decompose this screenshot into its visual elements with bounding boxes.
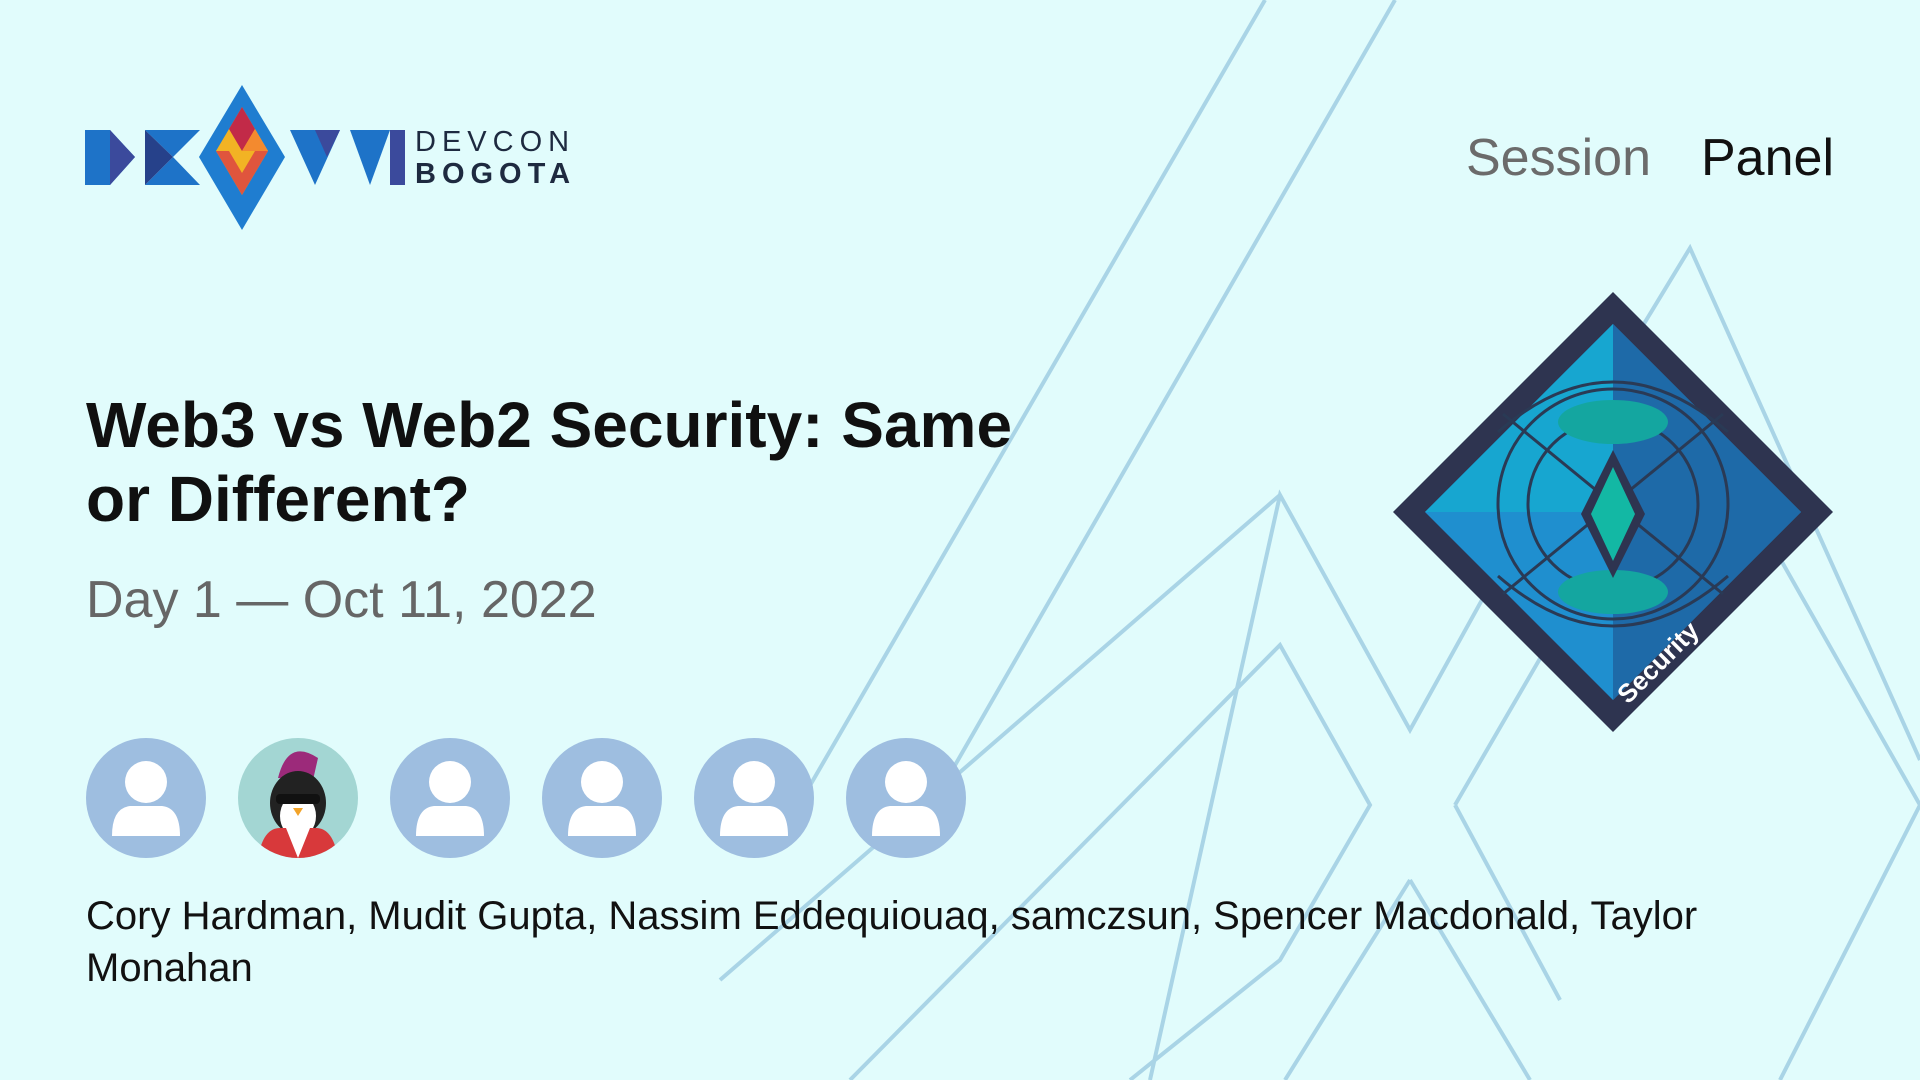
user-placeholder-icon xyxy=(568,761,636,836)
talk-title: Web3 vs Web2 Security: Same or Different… xyxy=(86,389,1013,535)
speaker-avatars xyxy=(86,738,966,858)
user-placeholder-icon xyxy=(720,761,788,836)
security-track-badge-icon: Security xyxy=(1393,292,1833,732)
brand-line1: DEVCON xyxy=(415,126,576,158)
speaker-names: Cory Hardman, Mudit Gupta, Nassim Eddequ… xyxy=(86,894,1698,990)
avatar-spencer-macdonald xyxy=(694,738,814,858)
avatar-nassim-eddequiouaq xyxy=(390,738,510,858)
brand-line2: BOGOTA xyxy=(415,158,577,190)
session-type: Session Panel xyxy=(1466,128,1834,188)
avatar-cory-hardman xyxy=(86,738,206,858)
panel-label: Panel xyxy=(1701,129,1834,187)
avatar-taylor-monahan xyxy=(846,738,966,858)
user-placeholder-icon xyxy=(112,761,180,836)
talk-date: Day 1 — Oct 11, 2022 xyxy=(86,571,597,629)
avatar-mudit-gupta xyxy=(238,738,358,858)
avatar-samczsun xyxy=(542,738,662,858)
session-label: Session xyxy=(1466,129,1651,187)
user-placeholder-icon xyxy=(872,761,940,836)
penguin-avatar-icon xyxy=(258,751,338,858)
user-placeholder-icon xyxy=(416,761,484,836)
brand-wordmark: DEVCON BOGOTA xyxy=(415,128,576,189)
